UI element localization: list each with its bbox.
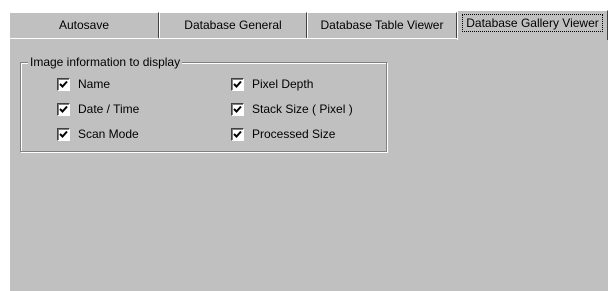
checkbox-pixel-depth[interactable]: Pixel Depth <box>231 76 313 92</box>
checkbox-box[interactable] <box>57 127 70 141</box>
checkbox-box[interactable] <box>231 102 244 116</box>
tab-database-table-viewer[interactable]: Database Table Viewer <box>307 12 457 38</box>
checkbox-pixel-depth-label: Pixel Depth <box>252 77 314 91</box>
checkmark-icon <box>59 130 68 138</box>
checkmark-icon <box>233 105 242 113</box>
image-info-groupbox: Image information to display Name Date /… <box>20 55 387 152</box>
tab-database-general[interactable]: Database General <box>159 12 307 38</box>
tab-autosave[interactable]: Autosave <box>9 12 159 38</box>
checkbox-box[interactable] <box>231 127 244 141</box>
checkbox-processed-size-label: Processed Size <box>252 127 336 141</box>
checkmark-icon <box>59 105 68 113</box>
tab-database-table-viewer-label: Database Table Viewer <box>320 18 444 32</box>
checkbox-box[interactable] <box>231 77 244 91</box>
options-dialog: Autosave Database General Database Table… <box>0 0 608 291</box>
checkbox-name-label: Name <box>78 77 111 91</box>
checkmark-icon <box>59 80 68 88</box>
groupbox-title: Image information to display <box>28 55 183 69</box>
checkmark-icon <box>233 80 242 88</box>
tab-database-general-label: Database General <box>184 18 282 32</box>
checkbox-stack-size[interactable]: Stack Size ( Pixel ) <box>231 101 353 117</box>
tab-autosave-label: Autosave <box>58 18 110 32</box>
checkbox-name[interactable]: Name <box>57 76 110 92</box>
tab-panel: Image information to display Name Date /… <box>9 38 608 291</box>
checkbox-date-time[interactable]: Date / Time <box>57 101 139 117</box>
checkbox-date-time-label: Date / Time <box>78 102 140 116</box>
checkbox-box[interactable] <box>57 102 70 116</box>
tab-database-gallery-viewer-label: Database Gallery Viewer <box>462 14 603 32</box>
tab-database-gallery-viewer[interactable]: Database Gallery Viewer <box>457 10 608 40</box>
checkmark-icon <box>233 130 242 138</box>
checkbox-processed-size[interactable]: Processed Size <box>231 126 335 142</box>
checkbox-stack-size-label: Stack Size ( Pixel ) <box>252 102 353 116</box>
checkbox-scan-mode[interactable]: Scan Mode <box>57 126 139 142</box>
checkbox-scan-mode-label: Scan Mode <box>78 127 139 141</box>
checkbox-box[interactable] <box>57 77 70 91</box>
